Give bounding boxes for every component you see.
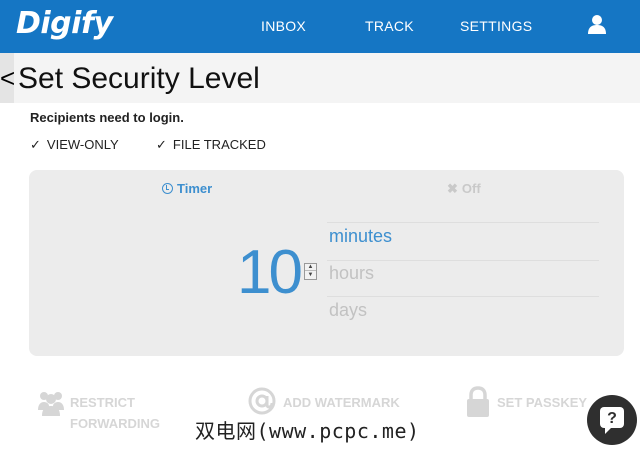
feature-label: ADD WATERMARK: [283, 395, 400, 410]
restrict-forwarding-option[interactable]: RESTRICT FORWARDING: [70, 392, 160, 434]
divider: [327, 260, 599, 261]
timer-stepper[interactable]: ▲ ▼: [304, 263, 317, 280]
chat-help-button[interactable]: ?: [587, 395, 637, 445]
feature-label: RESTRICT: [70, 395, 135, 410]
timer-value-display: 10: [237, 238, 303, 307]
app-logo[interactable]: Digify: [16, 6, 113, 41]
option-label: VIEW-ONLY: [46, 137, 119, 152]
option-view-only[interactable]: ✓ VIEW-ONLY: [30, 137, 119, 153]
unit-option-hours[interactable]: hours: [329, 263, 374, 284]
feature-label: FORWARDING: [70, 416, 161, 431]
page-header: < Set Security Level: [0, 53, 640, 103]
nav-track-link[interactable]: TRACK: [365, 18, 414, 34]
option-label: FILE TRACKED: [172, 137, 266, 152]
top-navbar: Digify INBOX TRACK SETTINGS: [0, 0, 640, 53]
checkmark-icon: ✓: [30, 137, 41, 152]
divider: [327, 222, 599, 223]
login-requirement-text: Recipients need to login.: [30, 110, 184, 125]
clock-icon: [162, 183, 173, 194]
chat-help-label: ?: [607, 410, 617, 427]
tab-label: Timer: [177, 181, 213, 196]
timer-panel: Timer ✖ Off 10 ▲ ▼ minutes hours days: [29, 170, 624, 356]
chat-help-icon: ?: [600, 407, 624, 434]
user-icon[interactable]: [586, 13, 608, 35]
add-watermark-option[interactable]: ADD WATERMARK: [283, 392, 400, 413]
back-button[interactable]: <: [0, 53, 15, 103]
divider: [327, 296, 599, 297]
stepper-up-icon[interactable]: ▲: [305, 264, 316, 271]
stepper-down-icon[interactable]: ▼: [305, 272, 316, 279]
tab-off[interactable]: ✖ Off: [447, 181, 481, 197]
option-file-tracked[interactable]: ✓ FILE TRACKED: [156, 137, 266, 153]
tab-timer[interactable]: Timer: [162, 181, 212, 196]
nav-inbox-link[interactable]: INBOX: [261, 18, 306, 34]
x-icon: ✖: [447, 181, 458, 196]
nav-settings-link[interactable]: SETTINGS: [460, 18, 532, 34]
overlay-watermark: 双电网(www.pcpc.me): [195, 419, 420, 443]
unit-option-days[interactable]: days: [329, 300, 367, 321]
feature-label: SET PASSKEY: [497, 395, 588, 410]
tab-label: Off: [461, 181, 481, 196]
users-icon: [37, 390, 65, 421]
checkmark-icon: ✓: [156, 137, 167, 152]
set-passkey-option[interactable]: SET PASSKEY: [497, 392, 587, 413]
unit-option-minutes[interactable]: minutes: [329, 226, 392, 247]
lock-icon: [466, 386, 490, 423]
page-title: Set Security Level: [18, 62, 260, 95]
